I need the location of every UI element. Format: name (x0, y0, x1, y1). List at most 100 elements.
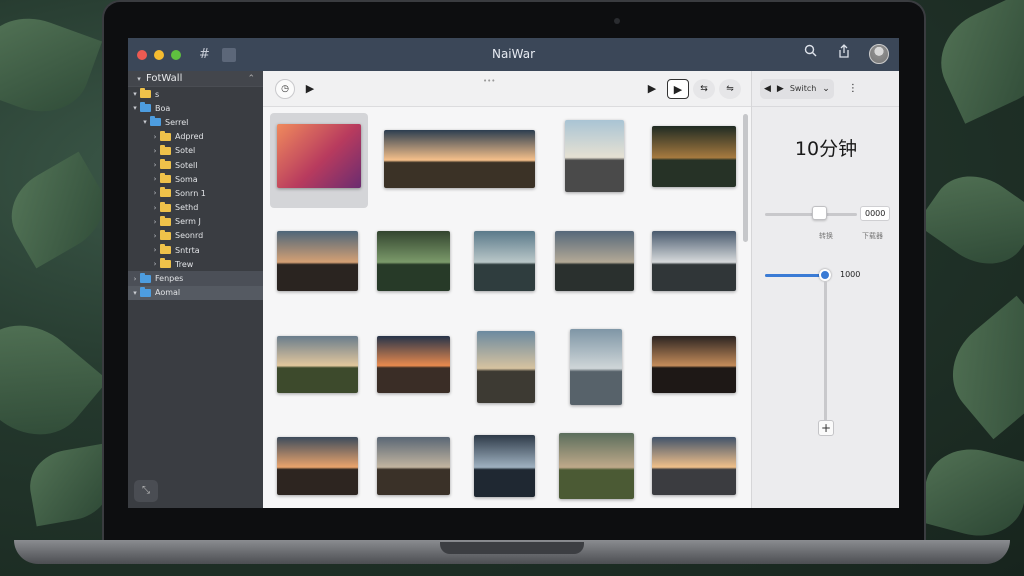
slideshow-play-button[interactable]: ▶ (667, 78, 689, 99)
thumbnail-road-cliff[interactable] (565, 120, 624, 192)
hash-icon[interactable]: # (199, 47, 210, 62)
folder-icon (160, 159, 171, 170)
chevron-right-icon[interactable]: › (150, 204, 160, 212)
more-icon[interactable]: ⋮ (848, 83, 858, 94)
chevron-down-icon[interactable]: ▾ (130, 104, 140, 112)
thumbnail-grid (263, 107, 751, 508)
folder-icon (140, 88, 151, 99)
sidebar-folder-row[interactable]: ▾ Aomal (128, 285, 263, 300)
sidebar-folder-row[interactable]: ▾ s (128, 87, 263, 101)
interval-value-field[interactable]: 0000 (860, 206, 891, 221)
thumbnail-pyramid-sunset[interactable] (377, 336, 450, 393)
sidebar-folder-row[interactable]: › Sotell (128, 158, 263, 172)
thumbnail-cliff-road[interactable] (477, 331, 535, 403)
title-bar-actions (801, 44, 889, 64)
chevron-down-icon[interactable]: ▾ (130, 289, 140, 297)
interval-slider-knob[interactable] (812, 206, 828, 220)
interval-label-left: 转换 (819, 232, 833, 240)
timer-icon[interactable]: ◷ (275, 78, 295, 99)
chevron-right-icon[interactable]: › (150, 218, 160, 226)
play-icon[interactable]: ▶ (299, 79, 321, 99)
thumbnail-sea-sunset[interactable] (652, 437, 736, 495)
sidebar-folder-row[interactable]: › Sonrn 1 (128, 186, 263, 200)
folder-label: Sonrn 1 (175, 188, 206, 198)
avatar[interactable] (869, 44, 889, 64)
vertical-slider-track[interactable] (824, 281, 827, 421)
add-button[interactable]: + (818, 420, 834, 436)
folder-icon (140, 102, 151, 113)
folder-icon (140, 286, 151, 297)
interval-slider[interactable] (765, 213, 857, 216)
thumbnail-tunnel-figure[interactable] (652, 336, 736, 393)
switch-label[interactable]: Switch (790, 84, 816, 93)
thumbnail-highway-light[interactable] (652, 231, 736, 291)
chevron-right-icon[interactable]: › (150, 175, 160, 183)
sidebar-folder-row[interactable]: › Sethd (128, 201, 263, 215)
chevron-right-icon[interactable]: › (150, 147, 160, 155)
chevron-right-icon[interactable]: › (150, 161, 160, 169)
shuffle-icon[interactable]: ⇋ (719, 78, 741, 99)
thumbnail-gradient-wallpaper[interactable] (277, 124, 361, 188)
chevron-right-icon[interactable]: › (150, 189, 160, 197)
thumbnail-hill-sunset[interactable] (277, 437, 358, 495)
panel-toolbar: ◀ ▶ Switch ⌄ ⋮ (752, 71, 899, 107)
sidebar-folder-row[interactable]: › Seonrd (128, 229, 263, 243)
previous-icon[interactable]: ◀ (764, 84, 771, 94)
minimize-button[interactable] (154, 49, 164, 60)
sidebar-folder-row[interactable]: › Soma (128, 172, 263, 186)
sidebar-folder-row[interactable]: › Trew (128, 257, 263, 271)
thumbnail-forest-sunset[interactable] (652, 126, 736, 187)
toolbar-indicator: ••• (483, 77, 496, 85)
laptop-notch (440, 542, 584, 554)
chevron-right-icon[interactable]: › (150, 133, 160, 141)
zoom-button[interactable] (171, 49, 181, 60)
thumbnail-lake-rock[interactable] (474, 231, 535, 291)
share-icon[interactable] (835, 44, 853, 64)
sidebar-folder-row[interactable]: › Fenpes (128, 271, 263, 286)
sidebar-folder-row[interactable]: ▾ Boa (128, 101, 263, 115)
next-icon[interactable]: ▶ (777, 84, 784, 94)
chevron-right-icon[interactable]: › (150, 260, 160, 268)
chevron-right-icon[interactable]: › (150, 246, 160, 254)
sidebar-toggle-icon[interactable] (221, 47, 236, 62)
chevron-right-icon[interactable]: › (150, 232, 160, 240)
thumbnail-path-mountains[interactable] (377, 437, 450, 495)
folder-tree: ▾ s ▾ Boa ▾ Serrel › Adpred › Sotel › Sotell › Soma › S… (128, 87, 263, 300)
chevron-down-icon[interactable]: ▾ (130, 90, 140, 98)
folder-icon (160, 130, 171, 141)
folder-label: s (155, 89, 160, 99)
folder-label: Seonrd (175, 231, 204, 241)
sidebar-folder-row[interactable]: › Sotel (128, 144, 263, 158)
sidebar-header[interactable]: ▾ FotWall ⌃ (128, 71, 263, 87)
thumbnail-woman-portrait[interactable] (570, 329, 622, 405)
chevron-down-icon[interactable]: ▾ (140, 118, 150, 126)
thumbnail-valley-clouds[interactable] (277, 336, 358, 393)
sidebar-folder-row[interactable]: › Serm J (128, 215, 263, 229)
search-icon[interactable] (801, 44, 819, 64)
thumbnail-forest-river[interactable] (377, 231, 450, 291)
thumbnail-plain-sunrise[interactable] (384, 130, 535, 188)
dropdown-icon[interactable]: ⌄ (822, 84, 830, 94)
close-button[interactable] (137, 49, 147, 60)
play-icon[interactable]: ▶ (641, 79, 663, 99)
chevron-up-icon[interactable]: ⌃ (247, 74, 255, 84)
repeat-icon[interactable]: ⇆ (693, 78, 715, 99)
folder-icon (160, 258, 171, 269)
resize-icon[interactable]: ⤡ (134, 480, 158, 502)
foliage-leaf (915, 438, 1024, 547)
sidebar-folder-row[interactable]: › Sntrta (128, 243, 263, 257)
chevron-right-icon[interactable]: › (130, 275, 140, 283)
thumbnail-green-valley[interactable] (559, 433, 634, 499)
foliage-leaf (0, 151, 119, 269)
thumbnail-coast-cliffs[interactable] (555, 231, 634, 291)
window-controls (137, 49, 181, 60)
transition-slider-fill (765, 274, 825, 277)
thumbnail-mountain-dusk[interactable] (277, 231, 358, 291)
foliage-leaf (0, 3, 103, 127)
thumbnail-mountain-lake[interactable] (474, 435, 535, 497)
sidebar-folder-row[interactable]: › Adpred (128, 130, 263, 144)
title-bar: # NaiWar (128, 38, 899, 71)
sidebar-folder-row[interactable]: ▾ Serrel (128, 115, 263, 129)
transition-slider-knob[interactable] (818, 269, 831, 281)
scrollbar[interactable] (743, 114, 748, 242)
